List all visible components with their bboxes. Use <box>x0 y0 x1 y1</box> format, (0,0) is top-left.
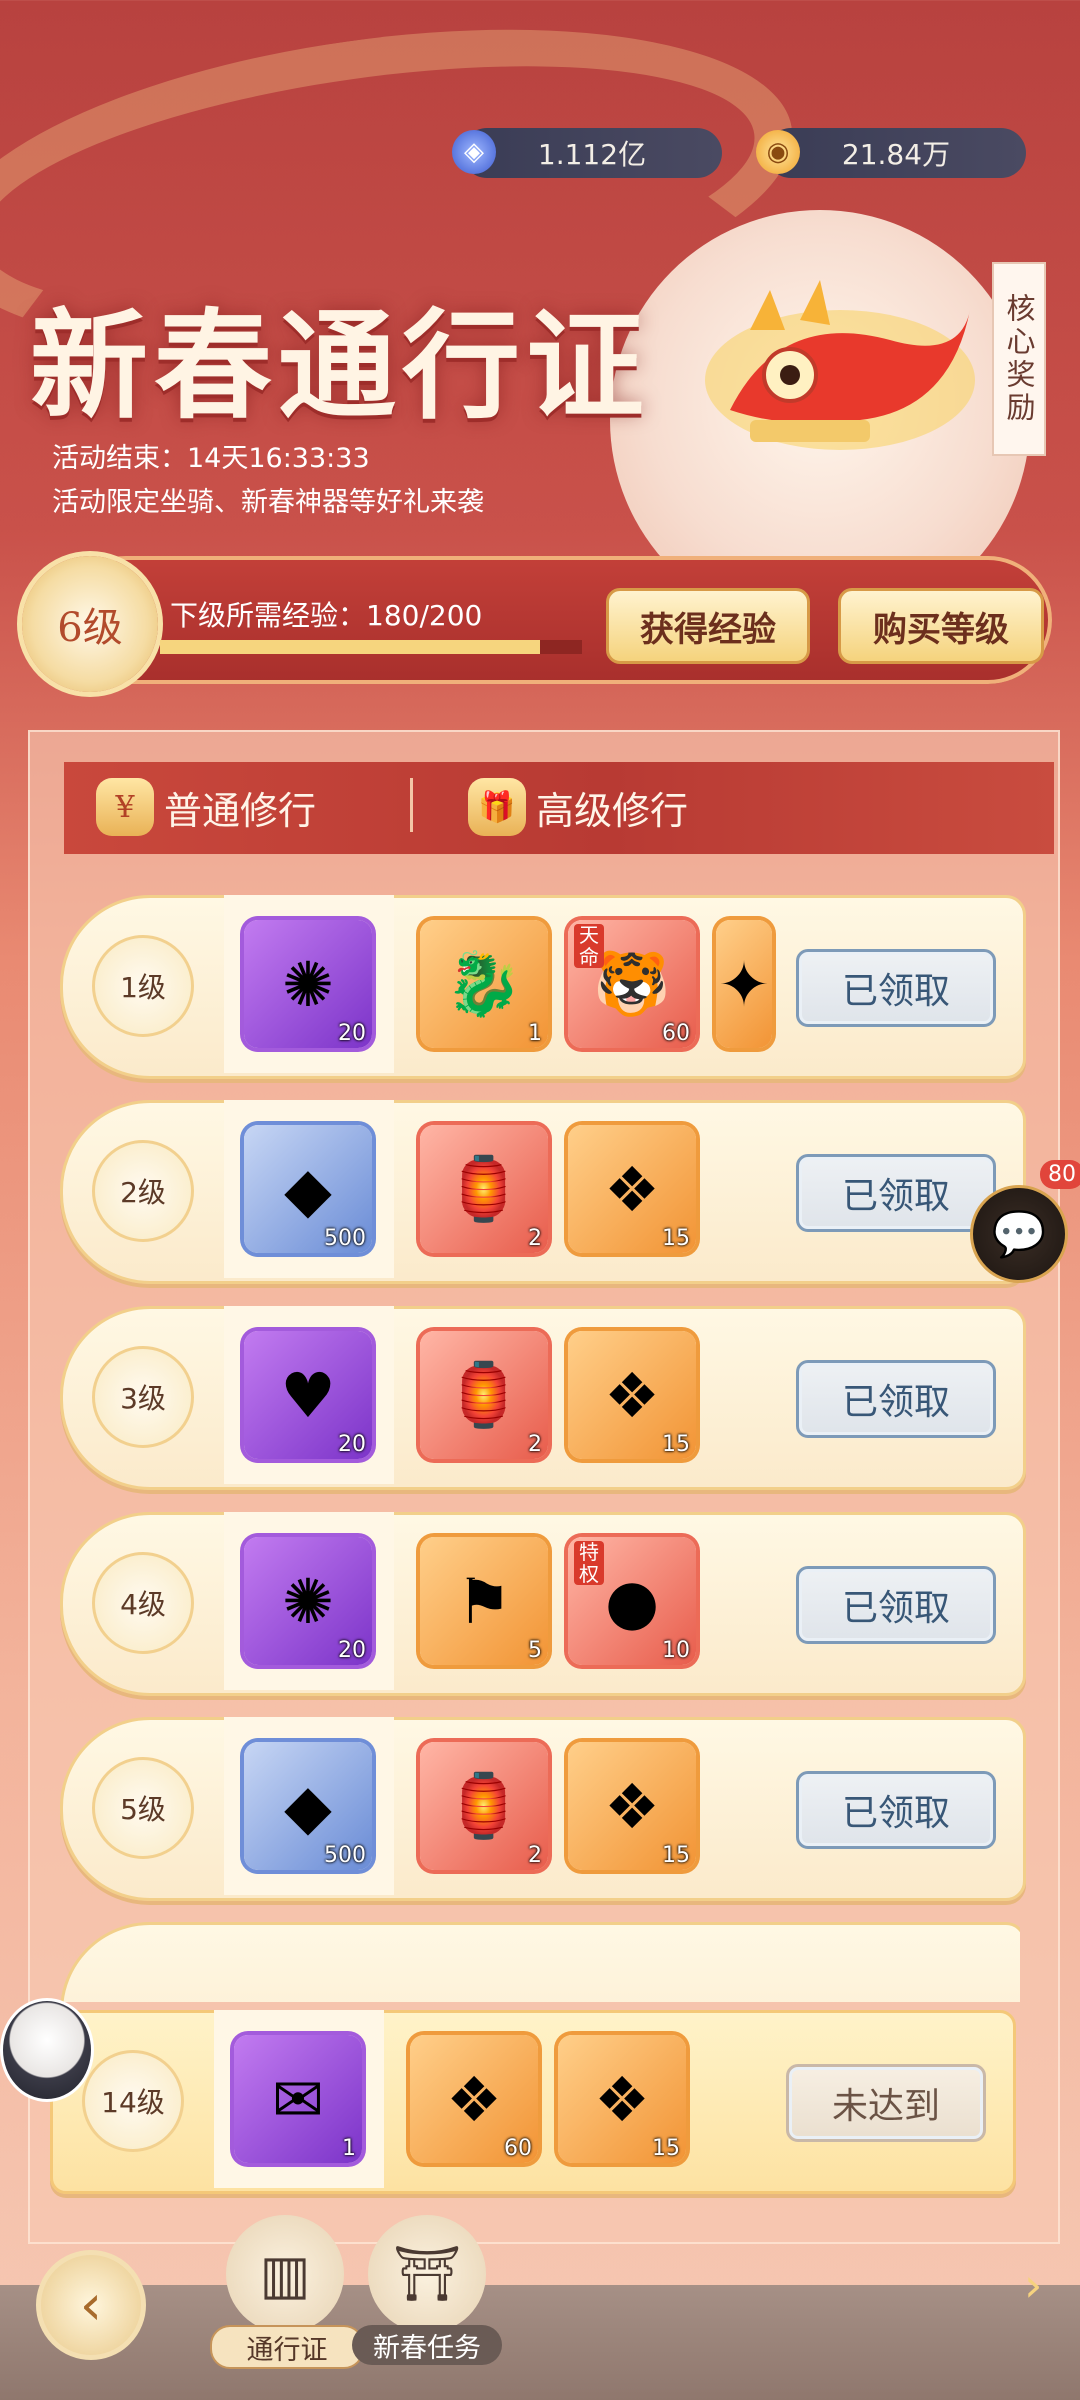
row-level-label: 3级 <box>92 1346 194 1448</box>
blue-jade-icon: ◈ <box>452 130 496 174</box>
tab-premium-track[interactable]: 🎁 高级修行 <box>468 772 688 842</box>
row-card <box>60 1922 1020 2002</box>
buy-level-button[interactable]: 购买等级 <box>838 588 1044 664</box>
back-arrow-icon: ‹ <box>79 2272 103 2338</box>
reward-item-count: 500 <box>324 1226 366 1251</box>
reward-item[interactable]: ❖ 15 <box>568 1742 696 1870</box>
reward-item[interactable]: 🏮 2 <box>420 1125 548 1253</box>
reward-item[interactable]: ◆ 500 <box>244 1125 372 1253</box>
gold-coin-icon: ◉ <box>756 130 800 174</box>
reward-row[interactable]: 3级 ♥ 20 🏮 2 ❖ 15 已领取 <box>60 1306 1026 1490</box>
row-level-label: 2级 <box>92 1140 194 1242</box>
reward-item-count: 20 <box>338 1432 366 1457</box>
assistant-avatar[interactable] <box>0 1998 94 2102</box>
reward-item-count: 2 <box>528 1432 542 1457</box>
reward-item[interactable]: ✉ 1 <box>234 2035 362 2163</box>
reward-item-count: 60 <box>504 2136 532 2161</box>
reward-item-count: 15 <box>652 2136 680 2161</box>
nav-pass[interactable]: ▥ 通行证 <box>210 2215 364 2369</box>
row-level-label: 14级 <box>82 2050 184 2152</box>
reward-item[interactable]: ❖ 15 <box>568 1125 696 1253</box>
exp-progress-bar <box>160 640 582 654</box>
claimed-button[interactable]: 已领取 <box>796 949 996 1027</box>
reward-item[interactable]: 🏮 2 <box>420 1331 548 1459</box>
reward-item-count: 500 <box>324 1843 366 1868</box>
reward-item[interactable]: 🐉 1 <box>420 920 548 1048</box>
currency-gold[interactable]: ◉ 21.84万 <box>756 128 1026 178</box>
reward-item[interactable]: ❖ 60 <box>410 2035 538 2163</box>
reward-row[interactable]: 1级 ✺ 20 🐉 1 🐯 天命 60 ✦ 已领取 <box>60 895 1026 1079</box>
dragon-mount-image[interactable] <box>690 270 990 490</box>
reward-item-count: 1 <box>528 1021 542 1046</box>
temple-icon: ⛩ <box>368 2215 486 2333</box>
reward-item-count: 15 <box>662 1432 690 1457</box>
tab-premium-label: 高级修行 <box>536 788 689 833</box>
bottom-bar <box>0 2285 1080 2400</box>
reward-item[interactable]: ✦ <box>716 920 772 1048</box>
pass-scroll-icon: ▥ <box>226 2215 344 2333</box>
reward-item[interactable]: ✺ 20 <box>244 920 372 1048</box>
event-description: 活动限定坐骑、新春神器等好礼来袭 <box>52 487 484 518</box>
chat-button[interactable]: 💬 <box>970 1185 1068 1283</box>
currency-jade-value: 1.112亿 <box>537 138 647 171</box>
not-reached-button[interactable]: 未达到 <box>786 2064 986 2142</box>
exp-progress-fill <box>160 640 540 654</box>
core-reward-tag[interactable]: 核心奖励 <box>992 262 1046 456</box>
event-end-time: 活动结束：14天16:33:33 <box>52 443 370 474</box>
reward-item[interactable]: 🐯 天命 60 <box>568 920 696 1048</box>
reward-row-partial <box>60 1922 1020 2002</box>
reward-item-count: 10 <box>662 1638 690 1663</box>
reward-item[interactable]: ❖ 15 <box>568 1331 696 1459</box>
reward-item[interactable]: 🏮 2 <box>420 1742 548 1870</box>
currency-jade[interactable]: ◈ 1.112亿 <box>452 128 722 178</box>
claimed-button[interactable]: 已领取 <box>796 1360 996 1438</box>
current-level-badge: 6级 <box>22 556 158 692</box>
gift-box-icon: 🎁 <box>468 778 526 836</box>
claimed-button[interactable]: 已领取 <box>796 1771 996 1849</box>
reward-row[interactable]: 4级 ✺ 20 ⚑ 5 ● 特权 10 已领取 <box>60 1512 1026 1696</box>
reward-row[interactable]: 2级 ◆ 500 🏮 2 ❖ 15 已领取 <box>60 1100 1026 1284</box>
reward-item[interactable]: ✺ 20 <box>244 1537 372 1665</box>
nav-pass-label: 通行证 <box>210 2325 364 2369</box>
next-arrow-icon[interactable]: › <box>1024 2258 1042 2312</box>
currency-gold-value: 21.84万 <box>841 138 951 171</box>
reward-item-count: 1 <box>342 2136 356 2161</box>
tab-normal-label: 普通修行 <box>164 788 317 833</box>
reward-item[interactable]: ❖ 15 <box>558 2035 686 2163</box>
tab-divider <box>410 778 413 832</box>
reward-item-count: 15 <box>662 1843 690 1868</box>
row-level-label: 1级 <box>92 935 194 1037</box>
nav-spring-tasks[interactable]: ⛩ 新春任务 <box>352 2215 502 2365</box>
reward-item-count: 20 <box>338 1021 366 1046</box>
get-exp-button[interactable]: 获得经验 <box>606 588 810 664</box>
reward-item-count: 2 <box>528 1226 542 1251</box>
reward-row[interactable]: 5级 ◆ 500 🏮 2 ❖ 15 已领取 <box>60 1717 1026 1901</box>
reward-item[interactable]: ⚑ 5 <box>420 1537 548 1665</box>
row-level-label: 5级 <box>92 1757 194 1859</box>
chat-bubble-icon: 💬 <box>991 1209 1047 1260</box>
reward-item-count: 15 <box>662 1226 690 1251</box>
claimed-button[interactable]: 已领取 <box>796 1154 996 1232</box>
reward-item-count: 60 <box>662 1021 690 1046</box>
reward-item-count: 20 <box>338 1638 366 1663</box>
row-level-label: 4级 <box>92 1552 194 1654</box>
reward-item-count: 2 <box>528 1843 542 1868</box>
reward-item-count: 5 <box>528 1638 542 1663</box>
reward-item-tag: 天命 <box>574 924 604 968</box>
reward-item[interactable]: ♥ 20 <box>244 1331 372 1459</box>
chat-unread-badge: 80 <box>1040 1160 1080 1189</box>
reward-item-tag: 特权 <box>574 1541 604 1585</box>
page-title: 新春通行证 <box>30 296 651 435</box>
sticky-target-row[interactable]: 14级 ✉ 1 ❖ 60 ❖ 15 未达到 <box>50 2010 1030 2194</box>
reward-item[interactable]: ● 特权 10 <box>568 1537 696 1665</box>
tab-normal-track[interactable]: ¥ 普通修行 <box>96 772 316 842</box>
back-button[interactable]: ‹ <box>36 2250 146 2360</box>
exp-label: 下级所需经验：180/200 <box>170 599 483 632</box>
reward-item[interactable]: ◆ 500 <box>244 1742 372 1870</box>
claimed-button[interactable]: 已领取 <box>796 1566 996 1644</box>
reward-item-icon: ✦ <box>718 947 770 1021</box>
nav-tasks-label: 新春任务 <box>352 2325 502 2365</box>
money-bag-icon: ¥ <box>96 778 154 836</box>
